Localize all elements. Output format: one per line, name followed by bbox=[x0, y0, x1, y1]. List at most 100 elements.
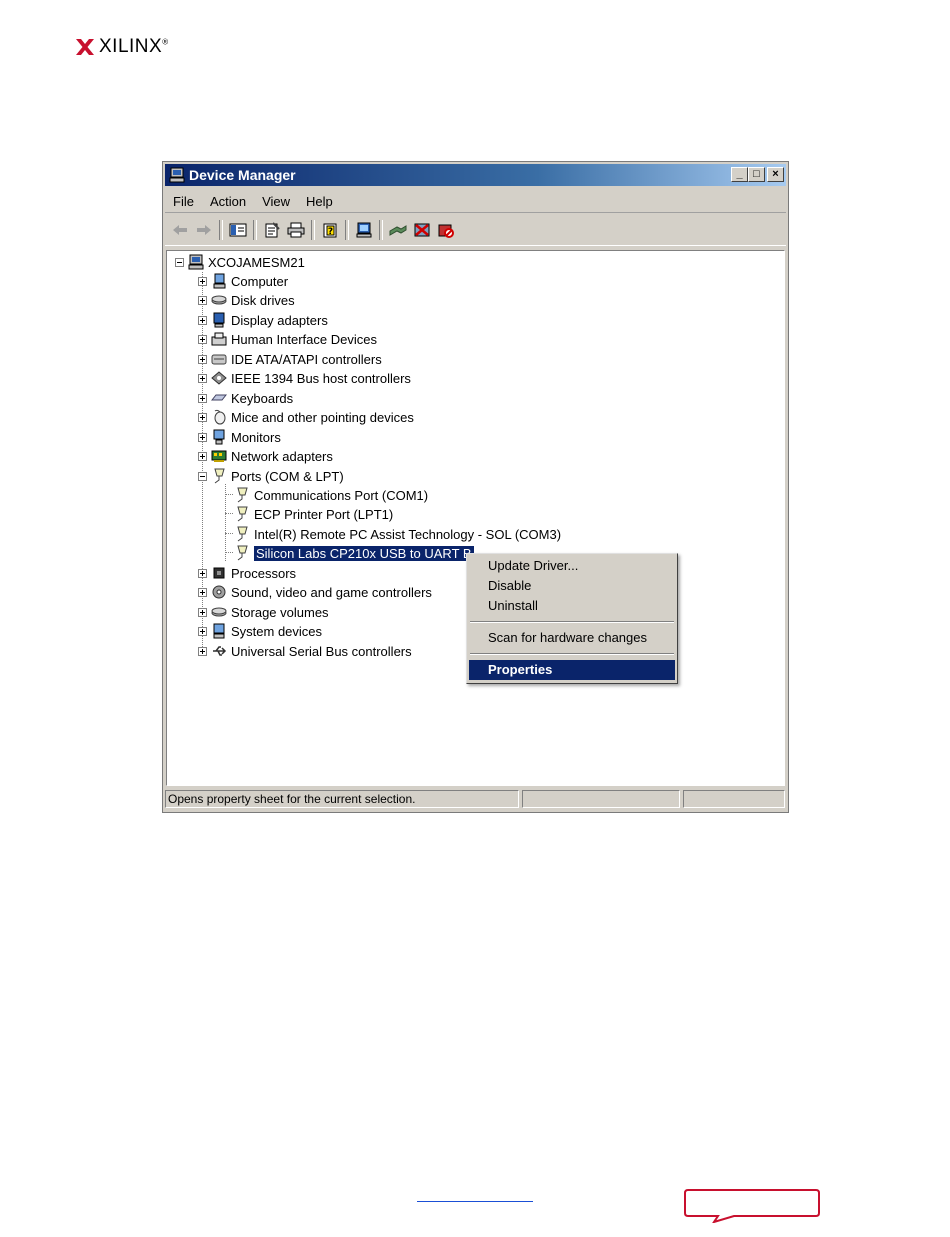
tree-node-network-adapters[interactable]: Network adapters bbox=[198, 447, 333, 465]
collapse-icon[interactable] bbox=[198, 471, 207, 481]
sound-icon bbox=[211, 584, 227, 600]
tree-node-processors[interactable]: Processors bbox=[198, 564, 296, 582]
tree-node-mice[interactable]: Mice and other pointing devices bbox=[198, 408, 414, 426]
menu-file[interactable]: File bbox=[165, 194, 202, 209]
tree-connector bbox=[225, 533, 233, 534]
forward-icon[interactable] bbox=[193, 219, 215, 241]
display-adapter-icon bbox=[211, 312, 227, 328]
monitor-icon bbox=[211, 429, 227, 445]
menu-item-uninstall[interactable]: Uninstall bbox=[469, 596, 675, 616]
tree-node-root[interactable]: XCOJAMESM21 bbox=[175, 253, 305, 271]
menu-help[interactable]: Help bbox=[298, 194, 341, 209]
device-tree[interactable]: XCOJAMESM21 Computer Disk drives Display… bbox=[166, 250, 785, 786]
help-icon[interactable]: ? bbox=[319, 219, 341, 241]
network-adapter-icon bbox=[211, 448, 227, 464]
system-device-icon bbox=[211, 623, 227, 639]
expand-icon[interactable] bbox=[198, 334, 207, 344]
expand-icon[interactable] bbox=[198, 587, 207, 597]
tree-node-label: Universal Serial Bus controllers bbox=[231, 643, 412, 659]
expand-icon[interactable] bbox=[198, 354, 207, 364]
tree-node-label: IDE ATA/ATAPI controllers bbox=[231, 351, 382, 367]
tree-node-label: Display adapters bbox=[231, 312, 328, 328]
expand-icon[interactable] bbox=[198, 607, 207, 617]
tree-node-label: Computer bbox=[231, 273, 289, 289]
status-panel-3 bbox=[683, 790, 785, 808]
expand-icon[interactable] bbox=[198, 412, 207, 422]
menu-item-disable[interactable]: Disable bbox=[469, 576, 675, 596]
tree-node-storage-volumes[interactable]: Storage volumes bbox=[198, 603, 329, 621]
close-button[interactable]: × bbox=[767, 167, 784, 182]
maximize-button[interactable]: □ bbox=[748, 167, 765, 182]
port-icon bbox=[234, 526, 250, 542]
tree-node-disk-drives[interactable]: Disk drives bbox=[198, 291, 295, 309]
expand-icon[interactable] bbox=[198, 315, 207, 325]
xilinx-logo: XILINX® bbox=[76, 36, 169, 58]
hid-icon bbox=[211, 331, 227, 347]
expand-icon[interactable] bbox=[198, 626, 207, 636]
print-icon[interactable] bbox=[285, 219, 307, 241]
tree-connector bbox=[225, 484, 226, 561]
tree-connector bbox=[225, 494, 233, 495]
computer-icon bbox=[211, 273, 227, 289]
tree-node-human-interface-devices[interactable]: Human Interface Devices bbox=[198, 330, 377, 348]
expand-icon[interactable] bbox=[198, 276, 207, 286]
menu-item-scan-hardware[interactable]: Scan for hardware changes bbox=[469, 628, 675, 648]
tree-node-monitors[interactable]: Monitors bbox=[198, 428, 281, 446]
menu-action[interactable]: Action bbox=[202, 194, 254, 209]
port-icon bbox=[234, 545, 250, 561]
properties-icon[interactable] bbox=[261, 219, 283, 241]
mouse-icon bbox=[211, 409, 227, 425]
port-icon bbox=[234, 487, 250, 503]
expand-icon[interactable] bbox=[198, 646, 207, 656]
tree-node-usb-controllers[interactable]: Universal Serial Bus controllers bbox=[198, 642, 412, 660]
tree-node-lpt1[interactable]: ECP Printer Port (LPT1) bbox=[234, 505, 393, 523]
expand-icon[interactable] bbox=[198, 295, 207, 305]
update-driver-icon[interactable] bbox=[387, 219, 409, 241]
computer-icon bbox=[188, 254, 204, 270]
expand-icon[interactable] bbox=[198, 568, 207, 578]
tree-node-label: XCOJAMESM21 bbox=[208, 254, 305, 270]
tree-node-keyboards[interactable]: Keyboards bbox=[198, 389, 293, 407]
expand-icon[interactable] bbox=[198, 432, 207, 442]
tree-node-com1[interactable]: Communications Port (COM1) bbox=[234, 486, 428, 504]
xilinx-x-icon bbox=[76, 39, 94, 55]
tree-node-ide-controllers[interactable]: IDE ATA/ATAPI controllers bbox=[198, 350, 382, 368]
tree-node-system-devices[interactable]: System devices bbox=[198, 622, 322, 640]
tree-node-label: Storage volumes bbox=[231, 604, 329, 620]
tree-node-computer[interactable]: Computer bbox=[198, 272, 288, 290]
tree-connector bbox=[225, 513, 233, 514]
disable-device-icon[interactable] bbox=[411, 219, 433, 241]
tree-node-label: Disk drives bbox=[231, 292, 295, 308]
toolbar-separator bbox=[253, 220, 257, 240]
expand-icon[interactable] bbox=[198, 451, 207, 461]
tree-node-sound-video[interactable]: Sound, video and game controllers bbox=[198, 583, 432, 601]
menu-item-update-driver[interactable]: Update Driver... bbox=[469, 556, 675, 576]
collapse-icon[interactable] bbox=[175, 257, 184, 267]
menu-separator bbox=[470, 621, 674, 623]
uninstall-device-icon[interactable] bbox=[435, 219, 457, 241]
back-icon[interactable] bbox=[169, 219, 191, 241]
feedback-callout-icon[interactable] bbox=[684, 1189, 820, 1223]
status-bar: Opens property sheet for the current sel… bbox=[165, 790, 786, 810]
title-bar[interactable]: Device Manager _ □ × bbox=[165, 164, 786, 186]
tree-node-display-adapters[interactable]: Display adapters bbox=[198, 311, 328, 329]
toolbar: ? bbox=[165, 215, 786, 246]
scan-hardware-icon[interactable] bbox=[353, 219, 375, 241]
minimize-button[interactable]: _ bbox=[731, 167, 748, 182]
tree-node-silicon-labs-uart[interactable]: Silicon Labs CP210x USB to UART B bbox=[234, 544, 474, 562]
toolbar-separator bbox=[311, 220, 315, 240]
tree-node-ieee-1394[interactable]: IEEE 1394 Bus host controllers bbox=[198, 369, 411, 387]
expand-icon[interactable] bbox=[198, 393, 207, 403]
menu-view[interactable]: View bbox=[254, 194, 298, 209]
tree-node-com3[interactable]: Intel(R) Remote PC Assist Technology - S… bbox=[234, 525, 561, 543]
tree-node-ports[interactable]: Ports (COM & LPT) bbox=[198, 467, 344, 485]
show-hide-console-tree-icon[interactable] bbox=[227, 219, 249, 241]
tree-node-label: Monitors bbox=[231, 429, 281, 445]
expand-icon[interactable] bbox=[198, 373, 207, 383]
toolbar-separator bbox=[345, 220, 349, 240]
tree-node-label: Human Interface Devices bbox=[231, 331, 377, 347]
window-controls: _ □ × bbox=[731, 167, 784, 182]
menu-item-properties[interactable]: Properties bbox=[469, 660, 675, 680]
toolbar-separator bbox=[379, 220, 383, 240]
footer-link-underline[interactable] bbox=[417, 1201, 533, 1202]
